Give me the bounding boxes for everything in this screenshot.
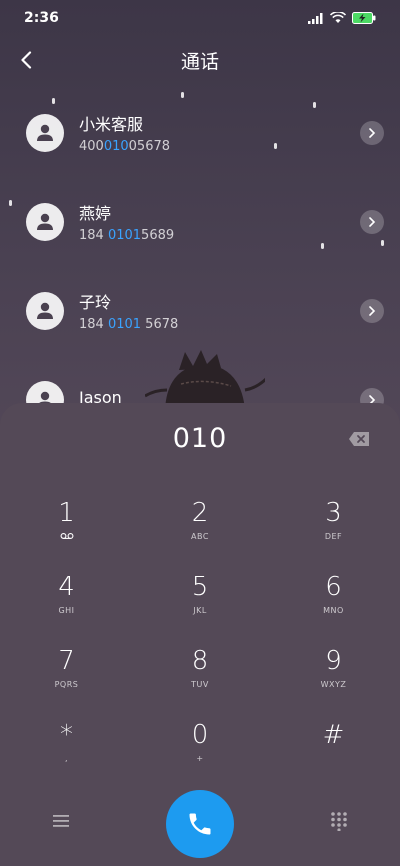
chevron-right-icon — [369, 306, 376, 316]
key-8[interactable]: 8 TUV — [133, 646, 267, 720]
contact-number: 40001005678 — [79, 139, 170, 154]
keypad: 1 2 ABC 3 DEF 4 GHI 5 JKL 6 MNO 7 PQRS 8… — [0, 498, 400, 794]
key-letters: , — [64, 754, 69, 763]
number-suffix: 5678 — [141, 317, 179, 332]
number-match: 010 — [103, 139, 129, 154]
contact-number: 184 0101 5678 — [79, 317, 178, 332]
signal-icon — [308, 12, 323, 24]
key-4[interactable]: 4 GHI — [0, 572, 133, 646]
key-digit: # — [322, 720, 345, 750]
number-match: 0101 — [107, 228, 142, 243]
key-digit: 7 — [58, 646, 75, 676]
key-letters: WXYZ — [320, 680, 347, 689]
number-prefix: 400 — [79, 139, 104, 154]
avatar — [26, 202, 64, 241]
menu-icon — [53, 815, 69, 827]
call-button[interactable] — [166, 790, 234, 858]
header: 通话 — [0, 36, 400, 84]
contact-item[interactable]: 燕婷 184 01015689 — [0, 177, 400, 266]
dialpad-toggle-button[interactable] — [330, 811, 348, 832]
chevron-right-icon — [369, 128, 376, 138]
contact-detail-button[interactable] — [360, 121, 384, 145]
key-letters: ABC — [191, 532, 209, 541]
contact-name: 子玲 — [79, 293, 112, 312]
back-button[interactable] — [12, 46, 40, 74]
avatar — [26, 113, 64, 152]
voicemail-icon — [60, 532, 74, 542]
key-2[interactable]: 2 ABC — [133, 498, 267, 572]
status-bar: 2:36 — [0, 0, 400, 36]
contact-detail-button[interactable] — [360, 299, 384, 323]
contact-name: 小米客服 — [79, 115, 144, 134]
key-digit: 5 — [191, 572, 209, 602]
back-arrow-icon — [21, 51, 32, 69]
contact-name: 燕婷 — [79, 204, 112, 223]
battery-charging-icon — [352, 12, 376, 24]
wifi-icon — [330, 12, 346, 23]
page-title: 通话 — [180, 50, 219, 73]
avatar — [26, 291, 64, 330]
status-time: 2:36 — [24, 10, 59, 26]
dialed-number-display: 010 — [172, 423, 228, 454]
key-9[interactable]: 9 WXYZ — [267, 646, 400, 720]
backspace-icon — [349, 432, 369, 446]
key-digit: 8 — [191, 646, 209, 676]
delete-button[interactable] — [348, 431, 370, 447]
key-letters: PQRS — [54, 680, 79, 689]
key-digit: 1 — [58, 498, 75, 528]
key-digit: 2 — [191, 498, 209, 528]
key-letters: JKL — [193, 606, 207, 615]
key-digit: 0 — [191, 720, 209, 750]
menu-button[interactable] — [52, 813, 70, 829]
chevron-right-icon — [369, 217, 376, 227]
number-prefix: 184 — [79, 228, 108, 243]
dialer-action-bar — [0, 785, 400, 858]
key-hash[interactable]: # — [267, 720, 400, 794]
wallpaper-character-illustration — [145, 350, 265, 410]
key-7[interactable]: 7 PQRS — [0, 646, 133, 720]
person-icon — [37, 302, 53, 319]
key-letters: DEF — [324, 532, 343, 541]
contact-item[interactable]: 子玲 184 0101 5678 — [0, 266, 400, 355]
key-1[interactable]: 1 — [0, 498, 133, 572]
number-suffix: 5689 — [141, 228, 175, 243]
key-letters: GHI — [58, 606, 75, 615]
person-icon — [37, 124, 53, 141]
contact-detail-button[interactable] — [360, 210, 384, 234]
number-match: 0101 — [107, 317, 142, 332]
key-0[interactable]: 0 + — [133, 720, 267, 794]
key-3[interactable]: 3 DEF — [267, 498, 400, 572]
key-digit: 4 — [58, 572, 75, 602]
dialer-panel: 010 1 2 ABC 3 DEF 4 GHI 5 JKL 6 MNO 7 PQ… — [0, 403, 400, 866]
key-star[interactable]: * , — [0, 720, 133, 794]
key-digit: 6 — [325, 572, 342, 602]
key-digit: * — [60, 720, 73, 750]
person-icon — [37, 213, 53, 230]
key-letters: MNO — [323, 606, 344, 615]
key-digit: 9 — [325, 646, 342, 676]
number-prefix: 184 — [79, 317, 108, 332]
key-letters: + — [196, 754, 204, 763]
contact-item[interactable]: 小米客服 40001005678 — [0, 88, 400, 177]
dialpad-icon — [331, 812, 347, 832]
phone-icon — [189, 813, 211, 835]
contact-number: 184 01015689 — [79, 228, 174, 243]
key-5[interactable]: 5 JKL — [133, 572, 267, 646]
key-letters: TUV — [191, 680, 209, 689]
key-digit: 3 — [325, 498, 342, 528]
key-6[interactable]: 6 MNO — [267, 572, 400, 646]
number-suffix: 05678 — [128, 139, 171, 154]
